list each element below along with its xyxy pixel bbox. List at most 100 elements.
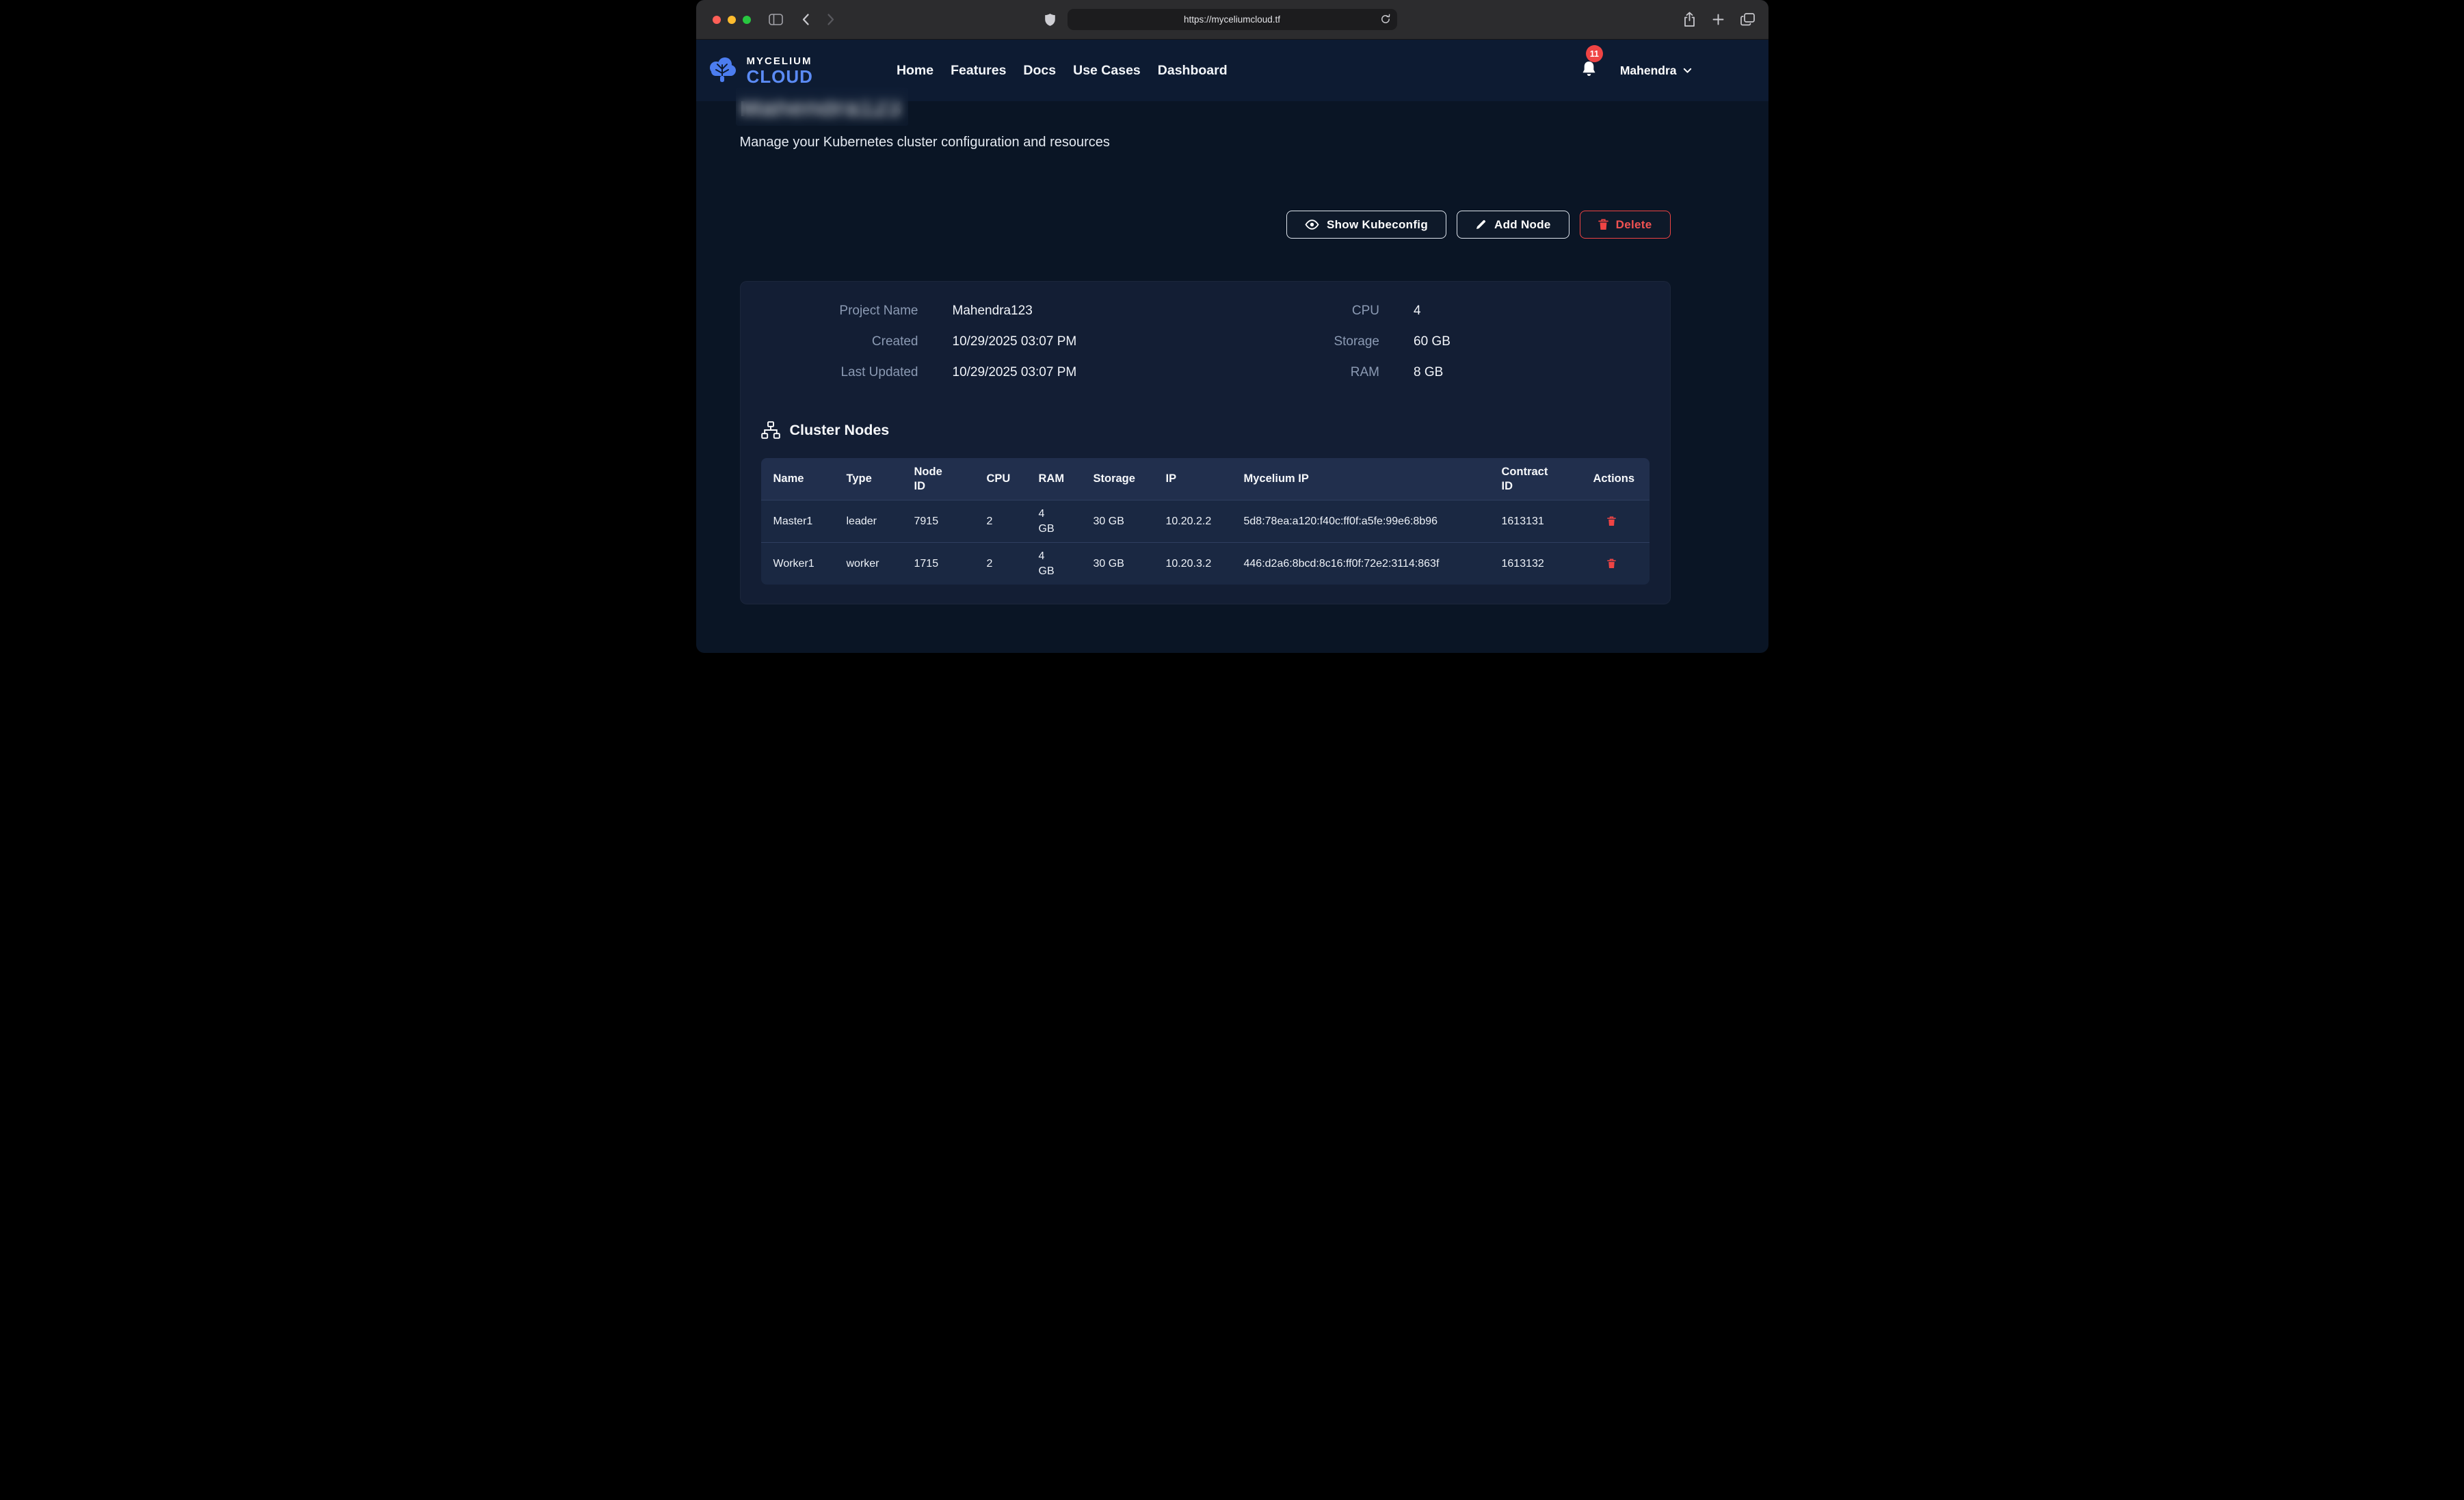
logo-text: MYCELIUM CLOUD	[747, 56, 813, 85]
info-row: Storage 60 GB	[1205, 334, 1650, 355]
info-value: Mahendra123	[953, 304, 1033, 319]
add-node-label: Add Node	[1494, 218, 1551, 232]
window-zoom-button[interactable]	[743, 16, 751, 24]
window-close-button[interactable]	[713, 16, 721, 24]
nodes-table: Name Type Node ID CPU RAM Storage IP Myc…	[761, 458, 1650, 585]
cell-contract-id: 1613131	[1489, 514, 1581, 529]
info-value: 10/29/2025 03:07 PM	[953, 334, 1077, 349]
notifications-button[interactable]: 11	[1581, 60, 1597, 81]
cluster-nodes-header: Cluster Nodes	[761, 421, 1650, 439]
info-row: Project Name Mahendra123	[761, 304, 1206, 324]
column-header-ram: RAM	[1026, 472, 1081, 486]
show-kubeconfig-button[interactable]: Show Kubeconfig	[1286, 211, 1446, 239]
page-subtitle: Manage your Kubernetes cluster configura…	[740, 135, 1671, 150]
new-tab-icon[interactable]	[1712, 14, 1724, 29]
cell-ip: 10.20.2.2	[1154, 514, 1232, 529]
column-header-storage: Storage	[1081, 472, 1154, 486]
cell-node-id: 7915	[902, 514, 975, 529]
logo-line2: CLOUD	[747, 68, 813, 85]
nav-links: Home Features Docs Use Cases Dashboard	[897, 63, 1228, 79]
cluster-nodes-icon	[761, 421, 780, 439]
info-label: Storage	[1205, 334, 1379, 349]
back-icon[interactable]	[802, 13, 810, 26]
cell-cpu: 2	[975, 557, 1026, 572]
column-header-mycelium-ip: Mycelium IP	[1232, 472, 1489, 486]
reload-icon[interactable]	[1380, 14, 1391, 28]
info-label: RAM	[1205, 365, 1379, 380]
logo-icon	[706, 56, 739, 85]
show-kubeconfig-label: Show Kubeconfig	[1327, 218, 1428, 232]
forward-icon[interactable]	[827, 13, 835, 26]
nav-link-home[interactable]: Home	[897, 63, 933, 79]
blur-patch	[736, 88, 908, 126]
cell-name: Worker1	[761, 557, 834, 572]
nav-link-features[interactable]: Features	[951, 63, 1006, 79]
info-label: CPU	[1205, 304, 1379, 319]
chrome-toolbar-right	[1683, 12, 1755, 31]
cell-type: leader	[834, 514, 902, 529]
browser-window: https://myceliumcloud.tf	[696, 0, 1768, 653]
share-icon[interactable]	[1683, 12, 1696, 31]
table-header-row: Name Type Node ID CPU RAM Storage IP Myc…	[761, 458, 1650, 500]
cell-name: Master1	[761, 514, 834, 529]
sidebar-toggle-icon[interactable]	[769, 14, 783, 25]
info-label: Project Name	[761, 304, 918, 319]
cell-contract-id: 1613132	[1489, 557, 1581, 572]
cell-node-id: 1715	[902, 557, 975, 572]
user-name: Mahendra	[1620, 64, 1677, 78]
column-header-contract-id: Contract ID	[1489, 465, 1581, 493]
delete-node-button[interactable]	[1607, 516, 1616, 526]
cell-storage: 30 GB	[1081, 514, 1154, 529]
info-value: 4	[1414, 304, 1421, 319]
trash-icon	[1607, 559, 1616, 569]
add-node-button[interactable]: Add Node	[1457, 211, 1569, 239]
eye-icon	[1305, 219, 1319, 230]
nav-link-dashboard[interactable]: Dashboard	[1158, 63, 1228, 79]
cell-ip: 10.20.3.2	[1154, 557, 1232, 572]
user-menu[interactable]: Mahendra	[1620, 64, 1692, 78]
cell-type: worker	[834, 557, 902, 572]
tab-overview-icon[interactable]	[1740, 13, 1755, 29]
cluster-actions: Show Kubeconfig Add Node Delete	[740, 211, 1671, 239]
info-row: RAM 8 GB	[1205, 365, 1650, 386]
column-header-type: Type	[834, 472, 902, 486]
main-content: Mahendra123 Manage your Kubernetes clust…	[696, 92, 1768, 604]
cell-storage: 30 GB	[1081, 557, 1154, 572]
column-header-actions: Actions	[1581, 472, 1650, 486]
nav-link-docs[interactable]: Docs	[1023, 63, 1056, 79]
info-row: Created 10/29/2025 03:07 PM	[761, 334, 1206, 355]
info-row: CPU 4	[1205, 304, 1650, 324]
bell-icon	[1581, 60, 1597, 77]
nav-link-use-cases[interactable]: Use Cases	[1073, 63, 1141, 79]
info-value: 8 GB	[1414, 365, 1443, 380]
logo-line1: MYCELIUM	[747, 56, 813, 66]
column-header-node-id: Node ID	[902, 465, 975, 493]
chevron-down-icon	[1683, 68, 1692, 74]
privacy-shield-icon[interactable]	[1044, 13, 1056, 27]
delete-node-button[interactable]	[1607, 559, 1616, 569]
address-bar[interactable]: https://myceliumcloud.tf	[1068, 9, 1397, 30]
cluster-info-left: Project Name Mahendra123 Created 10/29/2…	[761, 304, 1206, 386]
table-row: Master1 leader 7915 2 4 GB 30 GB 10.20.2…	[761, 500, 1650, 542]
cell-ram: 4 GB	[1026, 507, 1081, 536]
trash-icon	[1598, 219, 1608, 230]
table-row: Worker1 worker 1715 2 4 GB 30 GB 10.20.3…	[761, 542, 1650, 585]
notification-badge: 11	[1586, 45, 1603, 62]
delete-label: Delete	[1616, 218, 1652, 232]
info-value: 60 GB	[1414, 334, 1450, 349]
delete-cluster-button[interactable]: Delete	[1580, 211, 1671, 239]
column-header-name: Name	[761, 472, 834, 486]
cell-mycelium-ip: 5d8:78ea:a120:f40c:ff0f:a5fe:99e6:8b96	[1232, 514, 1489, 529]
cell-mycelium-ip: 446:d2a6:8bcd:8c16:ff0f:72e2:3114:863f	[1232, 557, 1489, 572]
pencil-icon	[1475, 219, 1487, 230]
window-minimize-button[interactable]	[728, 16, 736, 24]
column-header-ip: IP	[1154, 472, 1232, 486]
url-text: https://myceliumcloud.tf	[1184, 14, 1280, 25]
column-header-cpu: CPU	[975, 472, 1026, 486]
cluster-card: Project Name Mahendra123 Created 10/29/2…	[740, 281, 1671, 604]
navbar-right: 11 Mahendra	[1581, 60, 1692, 81]
cell-cpu: 2	[975, 514, 1026, 529]
cluster-info: Project Name Mahendra123 Created 10/29/2…	[761, 304, 1650, 386]
info-label: Created	[761, 334, 918, 349]
site-logo[interactable]: MYCELIUM CLOUD	[706, 56, 813, 85]
